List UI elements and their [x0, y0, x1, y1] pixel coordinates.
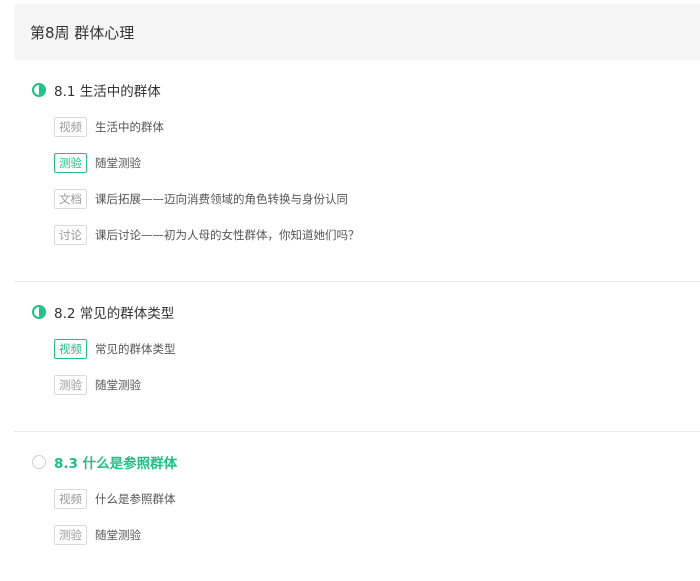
- unit-type-badge: 视频: [54, 489, 87, 509]
- week-title: 第8周 群体心理: [30, 23, 135, 42]
- half-complete-icon: [32, 305, 46, 319]
- chapter-title: 8.3 什么是参照群体: [54, 456, 178, 472]
- chapter-heading[interactable]: 8.2 常见的群体类型: [32, 302, 174, 322]
- unit-item[interactable]: 视频 什么是参照群体: [54, 489, 176, 509]
- unit-item[interactable]: 视频 常见的群体类型: [54, 339, 176, 359]
- unit-item[interactable]: 讨论 课后讨论——初为人母的女性群体，你知道她们吗？: [54, 225, 360, 245]
- course-outline: 第8周 群体心理 8.1 生活中的群体 视频 生活中的群体 测验 随堂测验 文档…: [0, 0, 700, 581]
- chapter-title: 8.1 生活中的群体: [54, 84, 161, 100]
- unit-label: 课后拓展——迈向消费领域的角色转换与身份认同: [95, 192, 348, 206]
- chapter-8-2: 8.2 常见的群体类型 视频 常见的群体类型 测验 随堂测验: [14, 281, 700, 431]
- unit-type-badge: 测验: [54, 525, 87, 545]
- chapter-heading[interactable]: 8.1 生活中的群体: [32, 80, 161, 100]
- unit-type-badge: 视频: [54, 117, 87, 137]
- chapter-title: 8.2 常见的群体类型: [54, 306, 175, 322]
- unit-label: 随堂测验: [95, 156, 141, 170]
- unit-item[interactable]: 测验 随堂测验: [54, 153, 141, 173]
- unit-item[interactable]: 测验 随堂测验: [54, 375, 141, 395]
- half-complete-icon: [32, 83, 46, 97]
- unit-label: 随堂测验: [95, 528, 141, 542]
- unit-type-badge: 测验: [54, 375, 87, 395]
- unit-item[interactable]: 测验 随堂测验: [54, 525, 141, 545]
- week-header[interactable]: 第8周 群体心理: [14, 4, 700, 60]
- unit-label: 课后讨论——初为人母的女性群体，你知道她们吗？: [95, 228, 360, 242]
- unit-item[interactable]: 视频 生活中的群体: [54, 117, 164, 137]
- unit-type-badge: 测验: [54, 153, 87, 173]
- unit-item[interactable]: 文档 课后拓展——迈向消费领域的角色转换与身份认同: [54, 189, 348, 209]
- chapter-8-3: 8.3 什么是参照群体 视频 什么是参照群体 测验 随堂测验: [14, 431, 700, 581]
- unit-type-badge: 视频: [54, 339, 87, 359]
- unit-label: 什么是参照群体: [95, 492, 176, 506]
- unit-label: 生活中的群体: [95, 120, 164, 134]
- empty-circle-icon: [32, 455, 46, 469]
- unit-label: 常见的群体类型: [95, 342, 176, 356]
- unit-type-badge: 讨论: [54, 225, 87, 245]
- chapter-8-1: 8.1 生活中的群体 视频 生活中的群体 测验 随堂测验 文档 课后拓展——迈向…: [14, 60, 700, 280]
- unit-label: 随堂测验: [95, 378, 141, 392]
- chapter-heading[interactable]: 8.3 什么是参照群体: [32, 452, 177, 472]
- unit-type-badge: 文档: [54, 189, 87, 209]
